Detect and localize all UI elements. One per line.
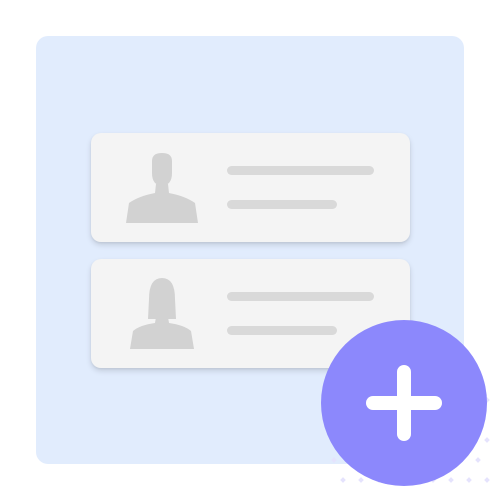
male-user-silhouette-icon [126, 153, 198, 223]
illustration-canvas [0, 0, 500, 500]
detail-placeholder-line [227, 200, 337, 209]
female-user-silhouette-icon [130, 278, 194, 349]
name-placeholder-line [227, 166, 374, 175]
contact-card[interactable] [91, 133, 410, 242]
name-placeholder-line [227, 292, 374, 301]
add-contact-button[interactable] [321, 320, 487, 486]
plus-icon [366, 365, 442, 441]
